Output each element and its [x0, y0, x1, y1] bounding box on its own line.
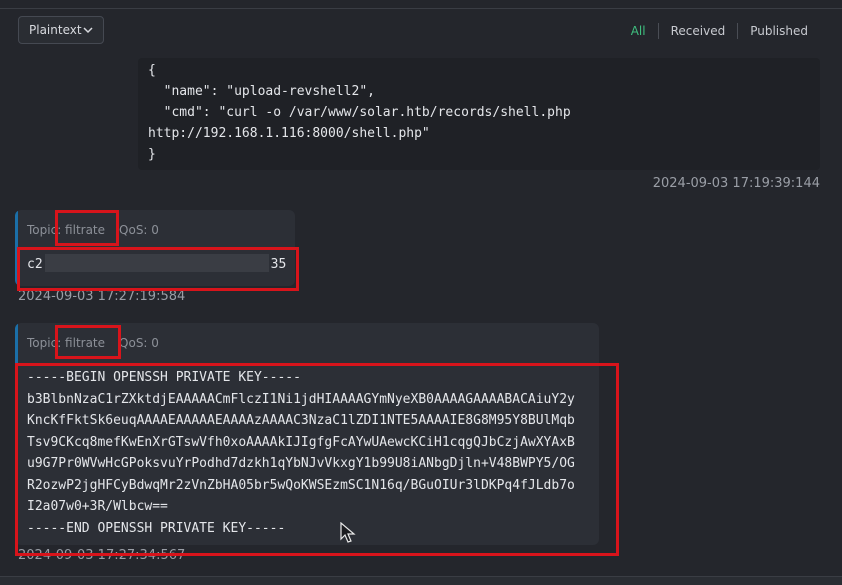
chevron-down-icon	[83, 27, 93, 34]
received-message: Topic: filtrate QoS: 0 -----BEGIN OPENSSH…	[15, 323, 599, 545]
message-accent-bar	[15, 210, 18, 286]
filter-all[interactable]: All	[631, 23, 658, 39]
topic-label-prefix: Topi	[27, 336, 51, 350]
published-message-timestamp: 2024-09-03 17:19:39:144	[652, 176, 820, 191]
topic-label-prefix: Topi	[27, 223, 51, 237]
filter-published[interactable]: Published	[737, 23, 820, 39]
received-message-payload: -----BEGIN OPENSSH PRIVATE KEY----- b3Bl…	[27, 370, 575, 536]
topic-value: c: filtrate	[50, 223, 106, 237]
payload-end: 35	[270, 257, 287, 272]
mouse-cursor-icon	[340, 522, 356, 543]
message-header: Topic: filtrate QoS: 0	[27, 336, 159, 350]
qos-label: QoS: 0	[119, 223, 159, 237]
qos-label: QoS: 0	[119, 336, 159, 350]
received-message-timestamp: 2024-09-03 17:27:34:567	[18, 548, 186, 563]
payload-format-label: Plaintext	[29, 23, 82, 37]
received-message: Topic: filtrate QoS: 0 c2 35	[15, 210, 295, 286]
message-toolbar: Plaintext All Received Published	[0, 9, 842, 53]
received-message-timestamp: 2024-09-03 17:27:19:584	[18, 289, 186, 304]
received-message-payload: c2 35	[27, 254, 286, 275]
payload-format-select[interactable]: Plaintext	[18, 16, 104, 44]
filter-received[interactable]: Received	[657, 23, 738, 39]
message-filter-tabs: All Received Published	[631, 23, 820, 39]
published-message-payload: { "name": "upload-revshell2", "cmd": "cu…	[138, 58, 820, 170]
message-header: Topic: filtrate QoS: 0	[27, 223, 159, 237]
message-accent-bar	[15, 323, 18, 545]
payload-start: c2	[27, 257, 43, 272]
redacted-region	[44, 254, 269, 272]
topic-value: c: filtrate	[50, 336, 106, 350]
